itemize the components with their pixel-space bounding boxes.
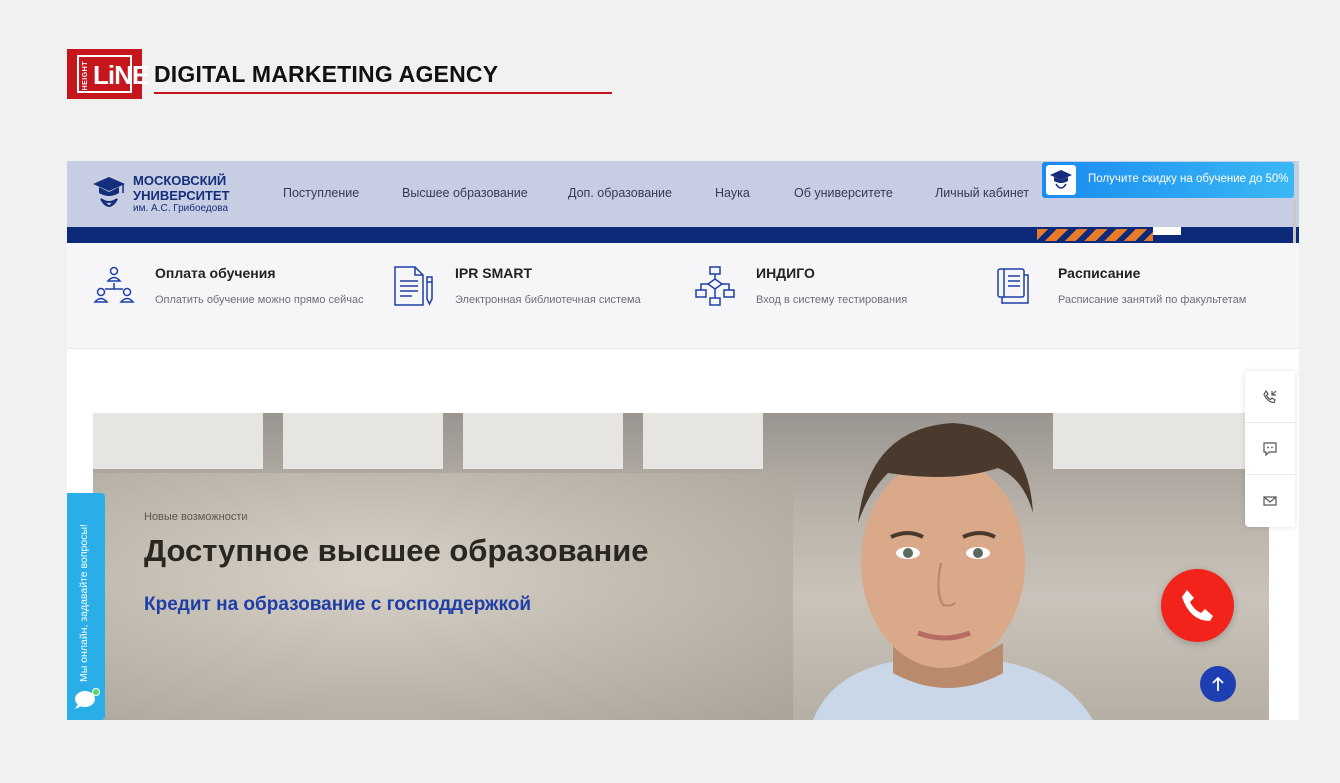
mail-icon: [1263, 496, 1277, 506]
agency-underline: [154, 92, 612, 94]
callback-button[interactable]: [1245, 371, 1295, 423]
hero-subtitle-link[interactable]: Кредит на образование с господдержкой: [144, 594, 531, 616]
chat-bubbles-icon: [75, 688, 100, 709]
scroll-to-top-button[interactable]: [1200, 666, 1236, 702]
university-name-line1: МОСКОВСКИЙ: [133, 173, 227, 188]
background-window: [463, 413, 623, 469]
flowchart-icon: [695, 266, 735, 306]
service-indigo[interactable]: ИНДИГО Вход в систему тестирования: [694, 243, 994, 349]
logo-big-text: LiNE: [93, 60, 149, 90]
promo-badge: [1046, 165, 1076, 195]
nav-accent-bar: [67, 227, 1299, 243]
service-description: Вход в систему тестирования: [756, 294, 908, 306]
services-row: Оплата обучения Оплатить обучение можно …: [67, 243, 1299, 349]
promo-text: Получите скидку на обучение до 50%: [1088, 173, 1289, 185]
student-photo: [813, 423, 1093, 720]
agency-header: HEIGHT LiNE DIGITAL MARKETING AGENCY: [67, 48, 627, 100]
menu-item-science[interactable]: Наука: [715, 186, 750, 200]
service-description: Расписание занятий по факультетам: [1058, 294, 1247, 306]
agency-logo: HEIGHT LiNE: [67, 49, 149, 99]
contact-side-panel: [1245, 371, 1295, 527]
menu-item-higher-education[interactable]: Высшее образование: [402, 186, 528, 200]
email-button[interactable]: [1245, 475, 1295, 527]
phone-icon: [1182, 590, 1213, 621]
arrow-up-icon: [1212, 676, 1224, 691]
agency-title: DIGITAL MARKETING AGENCY: [154, 61, 499, 87]
chat-button[interactable]: [1245, 423, 1295, 475]
chat-icon: [1263, 442, 1277, 456]
menu-item-about[interactable]: Об университете: [794, 186, 893, 200]
service-title: IPR SMART: [455, 265, 532, 281]
menu-item-admission[interactable]: Поступление: [283, 186, 359, 200]
hero-title: Доступное высшее образование: [144, 533, 649, 568]
background-window: [93, 413, 263, 469]
top-navigation: МОСКОВСКИЙ УНИВЕРСИТЕТ им. А.С. Грибоедо…: [67, 161, 1299, 227]
university-name-line2: УНИВЕРСИТЕТ: [133, 188, 230, 203]
call-button[interactable]: [1161, 569, 1234, 642]
logo-small-text: HEIGHT: [82, 61, 89, 91]
discount-promo-banner[interactable]: Получите скидку на обучение до 50%: [1042, 162, 1294, 198]
service-title: Расписание: [1058, 265, 1141, 281]
service-description: Оплатить обучение можно прямо сейчас: [155, 294, 364, 306]
service-title: ИНДИГО: [756, 265, 815, 281]
nav-white-block: [1153, 227, 1181, 235]
university-name[interactable]: МОСКОВСКИЙ УНИВЕРСИТЕТ: [133, 173, 230, 203]
graduation-cap-icon: [1050, 170, 1072, 189]
background-window: [283, 413, 443, 469]
service-payment[interactable]: Оплата обучения Оплатить обучение можно …: [93, 243, 393, 349]
website-frame: МОСКОВСКИЙ УНИВЕРСИТЕТ им. А.С. Грибоедо…: [67, 161, 1299, 720]
schedule-list-icon: [997, 268, 1029, 304]
online-chat-widget[interactable]: Мы онлайн, задавайте вопросы!: [67, 493, 105, 720]
phone-callback-icon: [1263, 390, 1277, 404]
university-subtitle: им. А.С. Грибоедова: [133, 203, 229, 214]
service-ipr-smart[interactable]: IPR SMART Электронная библиотечная систе…: [393, 243, 693, 349]
people-network-icon: [93, 266, 135, 303]
nav-stripe-decoration: [1037, 229, 1153, 241]
service-schedule[interactable]: Расписание Расписание занятий по факульт…: [996, 243, 1296, 349]
service-title: Оплата обучения: [155, 265, 276, 281]
university-logo-icon[interactable]: [91, 175, 127, 217]
background-window: [643, 413, 763, 469]
menu-item-personal-account[interactable]: Личный кабинет: [935, 186, 1029, 200]
document-pencil-icon: [394, 266, 433, 306]
logo-frame: HEIGHT LiNE: [77, 55, 149, 93]
hero-banner: Новые возможности Доступное высшее образ…: [93, 413, 1269, 720]
menu-item-additional-education[interactable]: Доп. образование: [568, 186, 672, 200]
chat-widget-text: Мы онлайн, задавайте вопросы!: [78, 524, 90, 682]
hero-kicker: Новые возможности: [144, 511, 248, 523]
service-description: Электронная библиотечная система: [455, 294, 641, 306]
